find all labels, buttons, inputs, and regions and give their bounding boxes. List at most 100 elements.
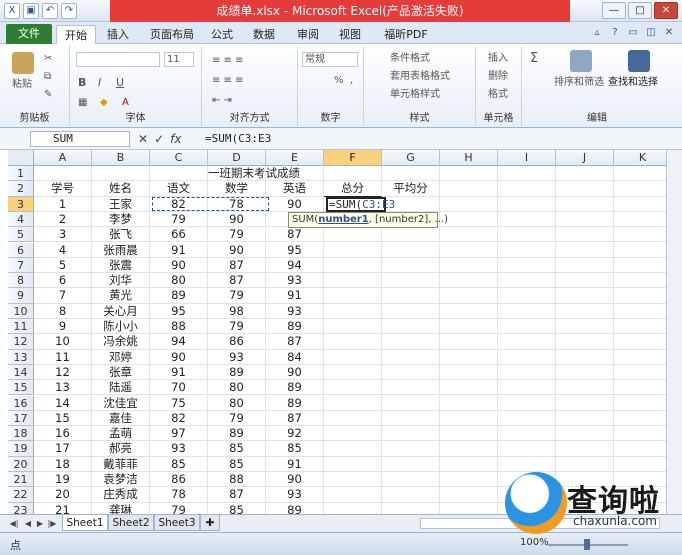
cell-f13[interactable] (324, 349, 382, 365)
bold-button[interactable]: B (78, 76, 86, 90)
cell-h23[interactable] (440, 502, 498, 514)
cell-c23[interactable]: 79 (150, 502, 208, 514)
cell-a19[interactable]: 17 (34, 441, 92, 457)
row-header-3[interactable]: 3 (8, 196, 34, 212)
find-select-icon[interactable] (628, 50, 650, 72)
cell-k1[interactable] (614, 166, 666, 182)
cell-d10[interactable]: 98 (208, 303, 266, 319)
cell-k3[interactable] (614, 197, 666, 212)
cell-b3[interactable]: 王家 (92, 196, 150, 212)
cell-g18[interactable] (382, 426, 440, 442)
zoom-slider-handle[interactable] (584, 539, 590, 550)
cell-k8[interactable] (614, 273, 666, 289)
row-header-17[interactable]: 17 (8, 410, 34, 427)
cell-j16[interactable] (556, 395, 614, 411)
sort-filter-icon[interactable] (570, 50, 592, 72)
column-header-b[interactable]: B (92, 150, 150, 166)
cell-d7[interactable]: 87 (208, 257, 266, 274)
cell-e21[interactable]: 90 (266, 472, 324, 488)
tab-foxit-pdf[interactable]: 福昕PDF (376, 25, 436, 44)
cell-h3[interactable] (440, 196, 498, 212)
cell-g10[interactable] (382, 303, 440, 319)
cell-k19[interactable] (614, 441, 666, 457)
cell-h21[interactable] (440, 472, 498, 488)
cell-f18[interactable] (324, 426, 382, 442)
cell-k10[interactable] (614, 304, 666, 319)
cell-j4[interactable] (556, 211, 614, 228)
cell-g16[interactable] (382, 395, 440, 411)
cell-d1[interactable]: 一班期末考试成绩 (208, 166, 300, 182)
row-header-16[interactable]: 16 (8, 395, 34, 411)
last-sheet-icon[interactable]: |▶ (46, 517, 58, 530)
cell-a1[interactable] (34, 166, 92, 182)
cell-a5[interactable]: 3 (34, 227, 92, 243)
cell-a22[interactable]: 20 (34, 487, 92, 503)
maximize-button[interactable]: □ (628, 2, 652, 19)
underline-button[interactable]: U (116, 76, 124, 90)
row-header-14[interactable]: 14 (8, 364, 34, 381)
format-painter-icon[interactable]: ✎ (44, 88, 52, 102)
cell-h11[interactable] (440, 319, 498, 335)
cell-b15[interactable]: 陆遥 (92, 380, 150, 396)
cell-h19[interactable] (440, 441, 498, 457)
row-header-12[interactable]: 12 (8, 334, 34, 350)
cell-b7[interactable]: 张震 (92, 257, 150, 274)
cell-h5[interactable] (440, 227, 498, 243)
copy-icon[interactable]: ⧉ (44, 70, 51, 84)
cell-f11[interactable] (324, 319, 382, 335)
row-header-6[interactable]: 6 (8, 242, 34, 258)
cell-k13[interactable] (614, 350, 666, 365)
insert-sheet-icon[interactable]: ✚ (200, 515, 220, 531)
cell-a10[interactable]: 8 (34, 303, 92, 319)
cell-k5[interactable] (614, 227, 666, 243)
cell-a20[interactable]: 18 (34, 456, 92, 472)
cell-e1[interactable] (266, 166, 324, 182)
cell-d2[interactable]: 数学 (208, 181, 266, 197)
name-box[interactable]: SUM (30, 131, 130, 147)
cell-h9[interactable] (440, 288, 498, 304)
cell-e12[interactable]: 87 (266, 334, 324, 350)
row-header-9[interactable]: 9 (8, 288, 34, 304)
cell-e10[interactable]: 93 (266, 303, 324, 319)
insert-cells-button[interactable]: 插入 (488, 52, 508, 66)
cell-e5[interactable]: 87 (266, 227, 324, 243)
enter-icon[interactable]: ✓ (154, 131, 164, 147)
row-header-18[interactable]: 18 (8, 426, 34, 442)
row-header-13[interactable]: 13 (8, 349, 34, 365)
cell-j2[interactable] (556, 181, 614, 197)
cell-j1[interactable] (556, 166, 614, 182)
cell-b11[interactable]: 陈小小 (92, 319, 150, 335)
row-header-10[interactable]: 10 (8, 303, 34, 319)
cell-a17[interactable]: 15 (34, 410, 92, 427)
cell-b5[interactable]: 张飞 (92, 227, 150, 243)
cell-b23[interactable]: 龚琳 (92, 502, 150, 514)
cell-f14[interactable] (324, 364, 382, 381)
cell-b16[interactable]: 沈佳宜 (92, 395, 150, 411)
cell-k4[interactable] (614, 212, 666, 228)
cell-b8[interactable]: 刘华 (92, 273, 150, 289)
cell-e6[interactable]: 95 (266, 242, 324, 258)
cell-g21[interactable] (382, 472, 440, 488)
next-sheet-icon[interactable]: ▶ (34, 517, 46, 530)
cell-d11[interactable]: 79 (208, 319, 266, 335)
cell-f22[interactable] (324, 487, 382, 503)
indent-icon[interactable]: ⇤ ⇥ (212, 94, 232, 108)
undo-icon[interactable]: ↶ (42, 3, 58, 19)
cell-h17[interactable] (440, 410, 498, 427)
tab-view[interactable]: 视图 (332, 25, 368, 44)
cell-a21[interactable]: 19 (34, 472, 92, 488)
column-header-h[interactable]: H (440, 150, 498, 166)
tab-file[interactable]: 文件 (6, 24, 52, 44)
cell-j11[interactable] (556, 319, 614, 335)
delete-cells-button[interactable]: 删除 (488, 70, 508, 84)
select-all-corner[interactable] (8, 150, 34, 166)
cell-b14[interactable]: 张章 (92, 364, 150, 381)
cell-d5[interactable]: 79 (208, 227, 266, 243)
cell-b13[interactable]: 邓婷 (92, 349, 150, 365)
cell-i15[interactable] (498, 380, 556, 396)
cell-j19[interactable] (556, 441, 614, 457)
cell-j5[interactable] (556, 227, 614, 243)
cell-g22[interactable] (382, 487, 440, 503)
cell-e16[interactable]: 89 (266, 395, 324, 411)
cell-d21[interactable]: 88 (208, 472, 266, 488)
